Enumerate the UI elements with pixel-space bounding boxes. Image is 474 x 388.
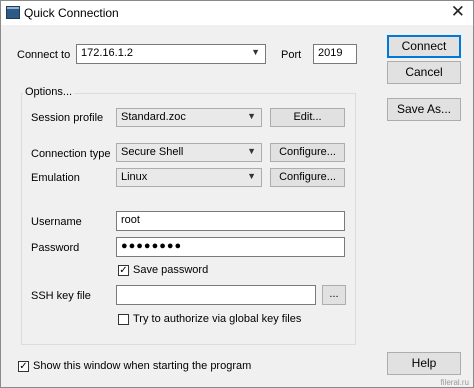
global-key-checkbox[interactable]: [118, 314, 129, 325]
connection-type-label: Connection type: [31, 148, 111, 160]
emulation-label: Emulation: [31, 172, 80, 184]
options-group-title: Options...: [23, 86, 75, 98]
edit-profile-button[interactable]: Edit...: [270, 108, 345, 127]
host-combobox[interactable]: 172.16.1.2 ▼: [76, 44, 266, 64]
port-input[interactable]: 2019: [313, 44, 357, 64]
save-password-label: Save password: [133, 264, 209, 276]
chevron-down-icon[interactable]: ▼: [247, 146, 256, 156]
quick-connection-dialog: Quick Connection ✕ Connect to 172.16.1.2…: [0, 0, 474, 388]
help-button[interactable]: Help: [387, 352, 461, 375]
chevron-down-icon[interactable]: ▼: [251, 47, 260, 57]
connect-to-label: Connect to: [17, 49, 71, 61]
title-bar: Quick Connection ✕: [1, 1, 473, 25]
terminal-icon: [6, 6, 20, 19]
username-label: Username: [31, 216, 82, 228]
connection-type-select[interactable]: Secure Shell ▼: [116, 143, 262, 162]
session-profile-value: Standard.zoc: [121, 111, 186, 123]
show-window-label: Show this window when starting the progr…: [33, 360, 252, 372]
cancel-button[interactable]: Cancel: [387, 61, 461, 84]
session-profile-label: Session profile: [31, 112, 104, 124]
emulation-select[interactable]: Linux ▼: [116, 168, 262, 187]
password-input[interactable]: ●●●●●●●●: [116, 237, 345, 257]
configure-emulation-button[interactable]: Configure...: [270, 168, 345, 187]
password-label: Password: [31, 242, 80, 254]
ssh-key-label: SSH key file: [31, 290, 91, 302]
ssh-key-input[interactable]: [116, 285, 316, 305]
browse-key-button[interactable]: ...: [322, 285, 346, 305]
close-icon[interactable]: ✕: [451, 2, 465, 22]
save-as-button[interactable]: Save As...: [387, 98, 461, 121]
chevron-down-icon[interactable]: ▼: [247, 171, 256, 181]
window-title: Quick Connection: [24, 6, 119, 20]
configure-connection-button[interactable]: Configure...: [270, 143, 345, 162]
watermark: fileral.ru: [440, 378, 469, 387]
username-input[interactable]: root: [116, 211, 345, 231]
port-label: Port: [281, 49, 302, 61]
checkmark-icon: ✓: [119, 265, 128, 276]
checkmark-icon: ✓: [19, 361, 28, 372]
emulation-value: Linux: [121, 171, 148, 183]
connect-button[interactable]: Connect: [387, 35, 461, 58]
show-window-checkbox[interactable]: ✓: [18, 361, 29, 372]
chevron-down-icon[interactable]: ▼: [247, 111, 256, 121]
host-value: 172.16.1.2: [81, 47, 133, 59]
save-password-checkbox[interactable]: ✓: [118, 265, 129, 276]
connection-type-value: Secure Shell: [121, 146, 184, 158]
session-profile-select[interactable]: Standard.zoc ▼: [116, 108, 262, 127]
global-key-label: Try to authorize via global key files: [133, 313, 302, 325]
